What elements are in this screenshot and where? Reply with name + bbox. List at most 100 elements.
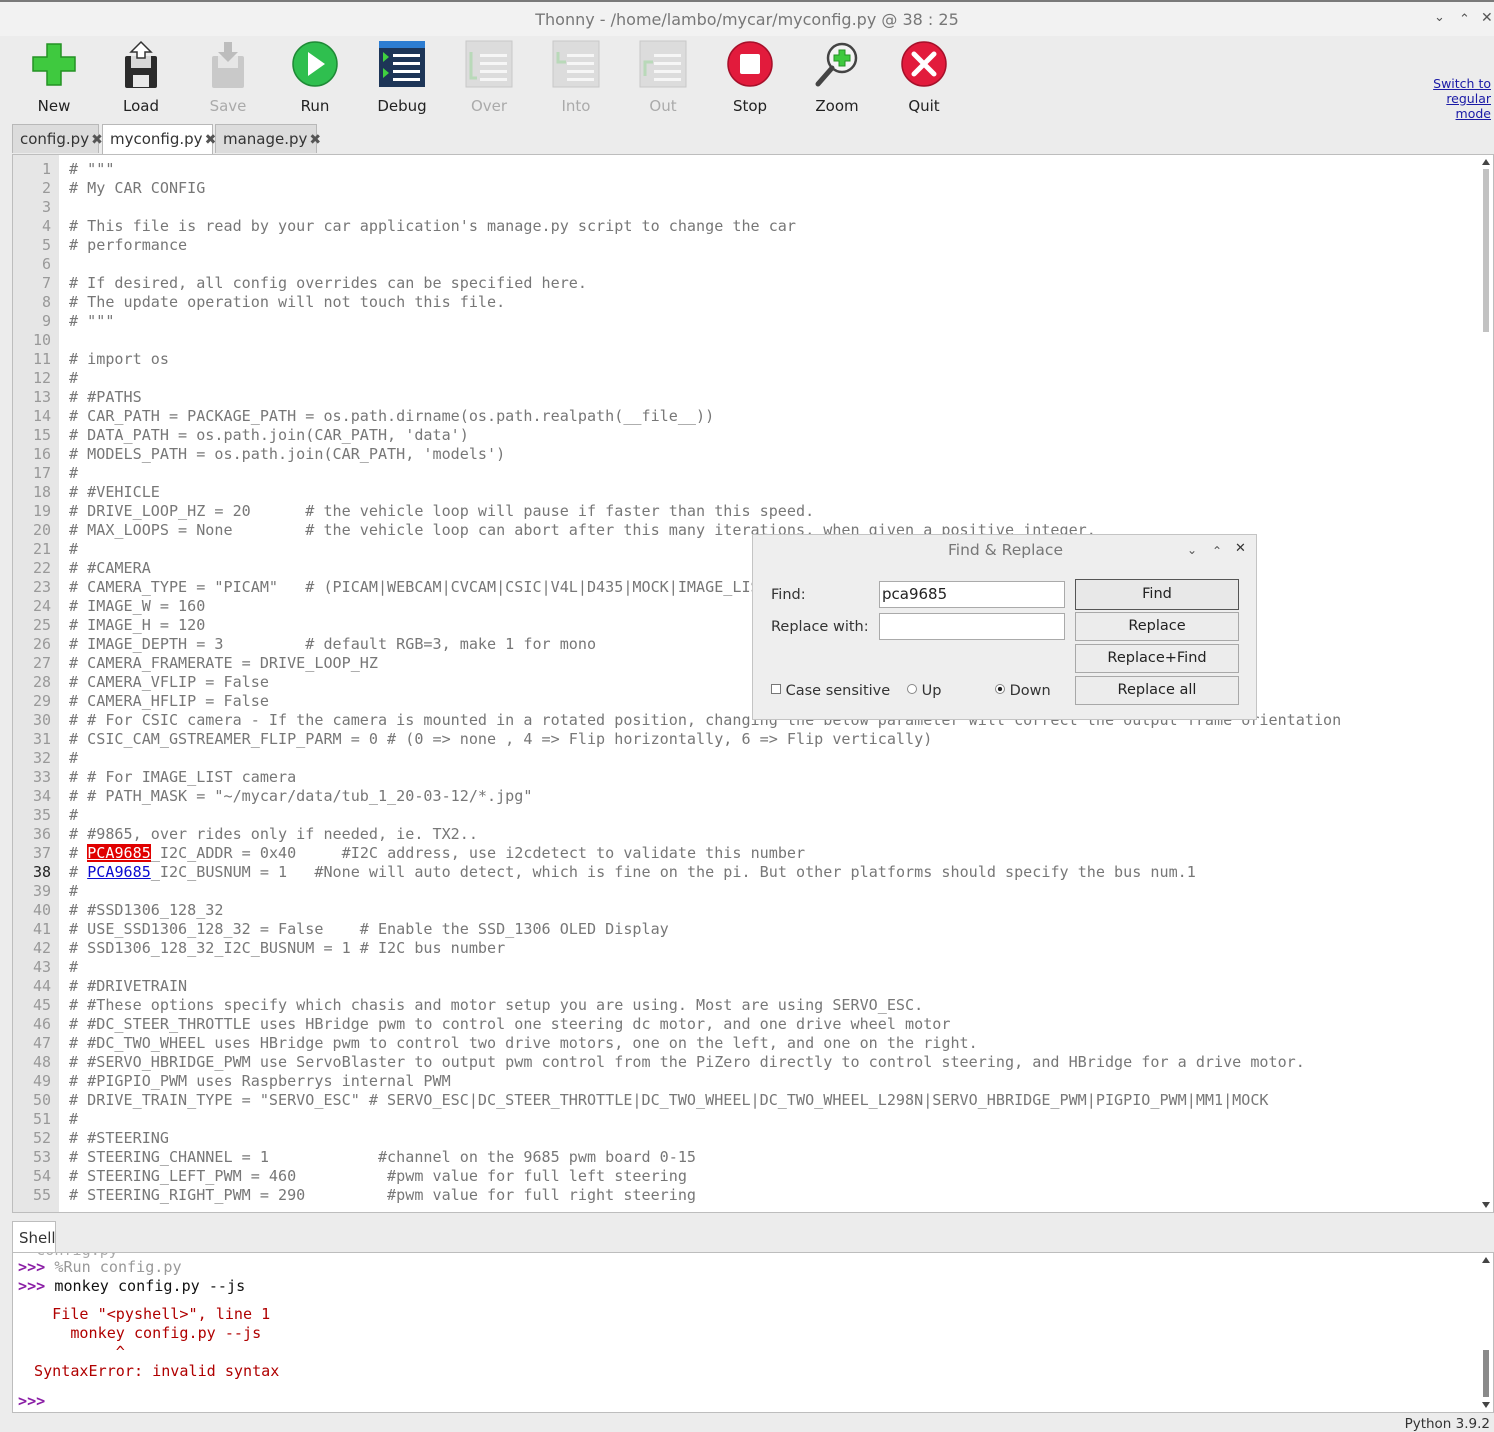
code-line[interactable]: #	[69, 882, 78, 901]
step-out-icon	[639, 40, 687, 88]
find-input[interactable]: pca9685	[879, 581, 1065, 608]
tab-config-py[interactable]: config.py ✖	[12, 124, 103, 153]
replace-all-button[interactable]: Replace all	[1075, 676, 1239, 705]
code-line[interactable]: # #9865, over rides only if needed, ie. …	[69, 825, 478, 844]
line-number: 32	[32, 749, 51, 767]
code-line[interactable]: # CAMERA_HFLIP = False	[69, 692, 269, 711]
shell-tab-label: Shell	[19, 1229, 56, 1247]
code-line[interactable]: # This file is read by your car applicat…	[69, 217, 796, 236]
case-sensitive-checkbox[interactable]: Case sensitive	[771, 683, 890, 699]
code-line[interactable]: # #STEERING	[69, 1129, 169, 1148]
code-line[interactable]: # My CAR CONFIG	[69, 179, 205, 198]
shell-history-line: >>> monkey config.py --js	[18, 1277, 245, 1296]
new-file-icon	[32, 43, 76, 86]
line-number: 2	[41, 179, 51, 197]
code-line[interactable]: #	[69, 1110, 78, 1129]
code-line[interactable]: # # For IMAGE_LIST camera	[69, 768, 296, 787]
new-label: New	[37, 97, 71, 115]
code-line[interactable]: # CAMERA_VFLIP = False	[69, 673, 269, 692]
code-line[interactable]: # #VEHICLE	[69, 483, 160, 502]
line-number: 23	[32, 578, 51, 596]
code-line[interactable]: # STEERING_CHANNEL = 1 #channel on the 9…	[69, 1148, 696, 1167]
maximize-window-icon[interactable]: ⌃	[1459, 12, 1470, 27]
code-line[interactable]: # performance	[69, 236, 187, 255]
code-line[interactable]: # #CAMERA	[69, 559, 151, 578]
toolbar: New Load Save Run Debug Over Into Out St…	[0, 36, 1494, 121]
line-number: 44	[32, 977, 51, 995]
code-line[interactable]: #	[69, 749, 78, 768]
replace-button[interactable]: Replace	[1075, 612, 1239, 641]
code-line[interactable]: # #These options specify which chasis an…	[69, 996, 923, 1015]
line-number: 9	[41, 312, 51, 330]
code-line[interactable]: # #PIGPIO_PWM uses Raspberrys internal P…	[69, 1072, 451, 1091]
editor-scrollbar[interactable]	[1481, 157, 1491, 1210]
code-line[interactable]: # #DRIVETRAIN	[69, 977, 187, 996]
tab-shell[interactable]: Shell	[12, 1221, 56, 1253]
code-line[interactable]: # CAR_PATH = PACKAGE_PATH = os.path.dirn…	[69, 407, 714, 426]
code-line[interactable]: # CSIC_CAM_GSTREAMER_FLIP_PARM = 0 # (0 …	[69, 730, 932, 749]
code-line[interactable]: # PCA9685_I2C_ADDR = 0x40 #I2C address, …	[69, 844, 805, 863]
code-line[interactable]: # If desired, all config overrides can b…	[69, 274, 587, 293]
save-label: Save	[209, 97, 247, 115]
code-line[interactable]: #	[69, 464, 78, 483]
code-line[interactable]: # #DC_TWO_WHEEL uses HBridge pwm to cont…	[69, 1034, 978, 1053]
code-line[interactable]: # #SSD1306_128_32	[69, 901, 223, 920]
close-dialog-icon[interactable]: ✕	[1235, 541, 1246, 556]
close-window-icon[interactable]: ✕	[1481, 10, 1493, 26]
line-number: 13	[32, 388, 51, 406]
close-tab-icon[interactable]: ✖	[309, 132, 321, 148]
code-line[interactable]: # IMAGE_DEPTH = 3 # default RGB=3, make …	[69, 635, 596, 654]
minimize-window-icon[interactable]: ⌄	[1434, 10, 1445, 25]
code-line[interactable]: # PCA9685_I2C_BUSNUM = 1 #None will auto…	[69, 863, 1196, 882]
replace-input[interactable]	[879, 613, 1065, 640]
shell-scrollbar[interactable]	[1481, 1255, 1491, 1410]
replace-find-button[interactable]: Replace+Find	[1075, 644, 1239, 673]
step-out-label: Out	[649, 97, 677, 115]
code-line[interactable]: # import os	[69, 350, 169, 369]
line-number: 22	[32, 559, 51, 577]
code-line[interactable]: #	[69, 958, 78, 977]
tab-manage-py[interactable]: manage.py ✖	[215, 124, 321, 153]
step-into-label: Into	[561, 97, 591, 115]
code-line[interactable]: # DRIVE_LOOP_HZ = 20 # the vehicle loop …	[69, 502, 814, 521]
down-label: Down	[1009, 683, 1051, 699]
direction-down-radio[interactable]: Down	[995, 683, 1051, 699]
replace-label: Replace with:	[771, 619, 869, 635]
code-line[interactable]: # """	[69, 160, 114, 179]
code-line[interactable]: # STEERING_LEFT_PWM = 460 #pwm value for…	[69, 1167, 687, 1186]
code-line[interactable]: # DATA_PATH = os.path.join(CAR_PATH, 'da…	[69, 426, 469, 445]
code-line[interactable]: # # PATH_MASK = "~/mycar/data/tub_1_20-0…	[69, 787, 532, 806]
code-line[interactable]: # USE_SSD1306_128_32 = False # Enable th…	[69, 920, 669, 939]
line-number: 15	[32, 426, 51, 444]
code-line[interactable]: # CAMERA_FRAMERATE = DRIVE_LOOP_HZ	[69, 654, 378, 673]
code-line[interactable]: # The update operation will not touch th…	[69, 293, 505, 312]
line-number: 31	[32, 730, 51, 748]
code-line[interactable]: #	[69, 540, 78, 559]
find-button[interactable]: Find	[1075, 579, 1239, 610]
load-label: Load	[123, 97, 159, 115]
code-line[interactable]: # #DC_STEER_THROTTLE uses HBridge pwm to…	[69, 1015, 950, 1034]
code-line[interactable]: # #SERVO_HBRIDGE_PWM use ServoBlaster to…	[69, 1053, 1305, 1072]
code-line[interactable]: # IMAGE_H = 120	[69, 616, 205, 635]
shell-panel[interactable]: config.py >>> %Run config.py >>> monkey …	[12, 1252, 1494, 1413]
code-line[interactable]: # IMAGE_W = 160	[69, 597, 205, 616]
code-line[interactable]: # CAMERA_TYPE = "PICAM" # (PICAM|WEBCAM|…	[69, 578, 778, 597]
code-line[interactable]: # MODELS_PATH = os.path.join(CAR_PATH, '…	[69, 445, 505, 464]
code-line[interactable]: # STEERING_RIGHT_PWM = 290 #pwm value fo…	[69, 1186, 696, 1205]
line-number: 52	[32, 1129, 51, 1147]
run-icon	[292, 41, 338, 87]
direction-up-radio[interactable]: Up	[907, 683, 941, 699]
code-line[interactable]: # #PATHS	[69, 388, 142, 407]
shell-input-prompt[interactable]: >>>	[18, 1392, 45, 1411]
switch-mode-link[interactable]: Switch to regular mode	[1433, 76, 1491, 121]
code-line[interactable]: # """	[69, 312, 114, 331]
line-number: 19	[32, 502, 51, 520]
minimize-dialog-icon[interactable]: ⌄	[1187, 543, 1197, 557]
code-line[interactable]: #	[69, 806, 78, 825]
code-line[interactable]: # DRIVE_TRAIN_TYPE = "SERVO_ESC" # SERVO…	[69, 1091, 1269, 1110]
tab-myconfig-py[interactable]: myconfig.py ✖	[102, 124, 216, 155]
checkbox-box	[771, 684, 781, 694]
maximize-dialog-icon[interactable]: ⌃	[1212, 544, 1222, 558]
code-line[interactable]: #	[69, 369, 78, 388]
code-line[interactable]: # SSD1306_128_32_I2C_BUSNUM = 1 # I2C bu…	[69, 939, 505, 958]
